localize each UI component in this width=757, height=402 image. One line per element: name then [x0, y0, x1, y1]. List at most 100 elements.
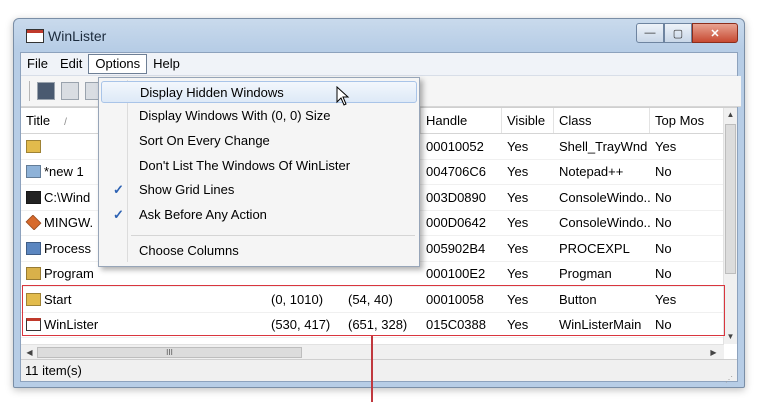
- close-button[interactable]: ✕: [692, 23, 738, 43]
- cell-visible: Yes: [502, 266, 554, 281]
- item-count: 11 item(s): [25, 363, 82, 378]
- menu-separator: [131, 235, 415, 236]
- cell-text: 00010052: [426, 138, 484, 154]
- copy-icon[interactable]: [61, 82, 79, 100]
- checkmark-icon: ✓: [113, 207, 124, 222]
- cell-class: Notepad++: [554, 164, 650, 179]
- toolbar-separator: [29, 81, 30, 101]
- highlight-annotation-box: [22, 285, 725, 336]
- cell-handle: 005902B4: [421, 241, 502, 256]
- options-dropdown-menu: Display Hidden Windows Display Windows W…: [98, 77, 420, 267]
- maximize-button[interactable]: ▢: [664, 23, 692, 43]
- menu-item-choose-columns[interactable]: Choose Columns: [101, 240, 417, 262]
- menu-item-show-grid-lines[interactable]: ✓ Show Grid Lines: [101, 179, 417, 201]
- cell-class: PROCEXPL: [554, 241, 650, 256]
- caption-buttons: — ▢ ✕: [636, 23, 738, 43]
- sort-icon: /: [64, 117, 67, 128]
- cell-text: 005902B4: [426, 240, 486, 256]
- cell-top: No: [650, 190, 724, 205]
- cell-class: Shell_TrayWnd: [554, 139, 650, 154]
- cell-visible: Yes: [502, 139, 554, 154]
- cell-text: No: [655, 215, 672, 231]
- cell-text: Process: [44, 240, 91, 256]
- console-icon: [26, 190, 41, 204]
- cell-text: Yes: [507, 215, 529, 231]
- cell-text: Yes: [507, 164, 529, 180]
- cell-text: 003D0890: [426, 189, 486, 205]
- column-top-most[interactable]: Top Mos: [650, 108, 724, 133]
- cell-text: 004706C6: [426, 164, 486, 180]
- cell-text: Progman: [559, 266, 612, 282]
- resize-grip-icon[interactable]: ⋰: [725, 369, 735, 384]
- folder-icon: [26, 139, 41, 153]
- cell-text: Program: [44, 266, 94, 282]
- menu-edit[interactable]: Edit: [54, 54, 88, 74]
- title-bar[interactable]: WinLister — ▢ ✕: [14, 19, 744, 53]
- cell-top: No: [650, 241, 724, 256]
- cell-visible: Yes: [502, 215, 554, 230]
- vertical-scroll-thumb[interactable]: [725, 124, 736, 274]
- horizontal-scroll-thumb[interactable]: III: [37, 347, 302, 358]
- cell-text: Yes: [507, 138, 529, 154]
- column-handle[interactable]: Handle: [421, 108, 502, 133]
- cell-text: No: [655, 240, 672, 256]
- cell-handle: 003D0890: [421, 190, 502, 205]
- winlister-app-icon: [26, 29, 44, 43]
- program-icon: [26, 267, 41, 281]
- cell-class: ConsoleWindo...: [554, 190, 650, 205]
- column-visible[interactable]: Visible: [502, 108, 554, 133]
- cell-text: PROCEXPL: [559, 240, 630, 256]
- mouse-cursor-icon: [336, 86, 350, 106]
- cell-visible: Yes: [502, 164, 554, 179]
- cell-text: MINGW.: [44, 215, 94, 231]
- cell-top: No: [650, 215, 724, 230]
- cell-text: No: [655, 266, 672, 282]
- minimize-button[interactable]: —: [636, 23, 664, 43]
- menu-item-ask-before-action[interactable]: ✓ Ask Before Any Action: [101, 204, 417, 226]
- window-title: WinLister: [48, 28, 107, 44]
- status-bar: 11 item(s) ⋰: [21, 359, 737, 384]
- cell-top: No: [650, 164, 724, 179]
- process-icon: [26, 241, 41, 255]
- cell-text: ConsoleWindo...: [559, 189, 650, 205]
- cell-text: Yes: [507, 266, 529, 282]
- cell-text: No: [655, 164, 672, 180]
- cell-text: Yes: [507, 240, 529, 256]
- checkmark-icon: ✓: [113, 182, 124, 197]
- cell-class: Progman: [554, 266, 650, 281]
- menu-item-sort-on-change[interactable]: Sort On Every Change: [101, 130, 417, 152]
- menu-item-display-hidden-windows[interactable]: Display Hidden Windows: [101, 81, 417, 103]
- mingw-icon: [25, 215, 42, 231]
- cell-text: *new 1: [44, 164, 84, 180]
- cell-handle: 000100E2: [421, 266, 502, 281]
- cell-text: Yes: [655, 138, 677, 154]
- menu-options[interactable]: Options: [88, 54, 148, 74]
- cell-text: Notepad++: [559, 164, 624, 180]
- vertical-scrollbar[interactable]: ▲ ▼: [723, 108, 737, 344]
- scroll-left-icon[interactable]: ◀: [23, 346, 36, 360]
- cell-top: Yes: [650, 139, 724, 154]
- annotation-pointer-line: [371, 336, 373, 402]
- cell-handle: 000D0642: [421, 215, 502, 230]
- cell-text: Yes: [507, 189, 529, 205]
- cell-text: Shell_TrayWnd: [559, 138, 648, 154]
- menu-file[interactable]: File: [21, 54, 54, 74]
- cell-handle: 00010052: [421, 139, 502, 154]
- cell-top: No: [650, 266, 724, 281]
- column-class[interactable]: Class: [554, 108, 650, 133]
- menu-item-display-zero-size[interactable]: Display Windows With (0, 0) Size: [101, 105, 417, 127]
- cell-title: Program: [21, 266, 266, 281]
- menu-help[interactable]: Help: [147, 54, 186, 74]
- scroll-up-icon[interactable]: ▲: [724, 108, 737, 122]
- menu-item-dont-list-own[interactable]: Don't List The Windows Of WinLister: [101, 155, 417, 177]
- cell-text: C:\Wind: [44, 189, 91, 205]
- scroll-down-icon[interactable]: ▼: [724, 330, 737, 344]
- cell-text: 000100E2: [426, 266, 486, 282]
- cell-text: No: [655, 189, 672, 205]
- menu-bar: File Edit Options Help: [21, 53, 737, 76]
- save-icon[interactable]: [37, 82, 55, 100]
- cell-class: ConsoleWindo...: [554, 215, 650, 230]
- scroll-right-icon[interactable]: ▶: [707, 346, 720, 360]
- cell-text: ConsoleWindo...: [559, 215, 650, 231]
- cell-visible: Yes: [502, 241, 554, 256]
